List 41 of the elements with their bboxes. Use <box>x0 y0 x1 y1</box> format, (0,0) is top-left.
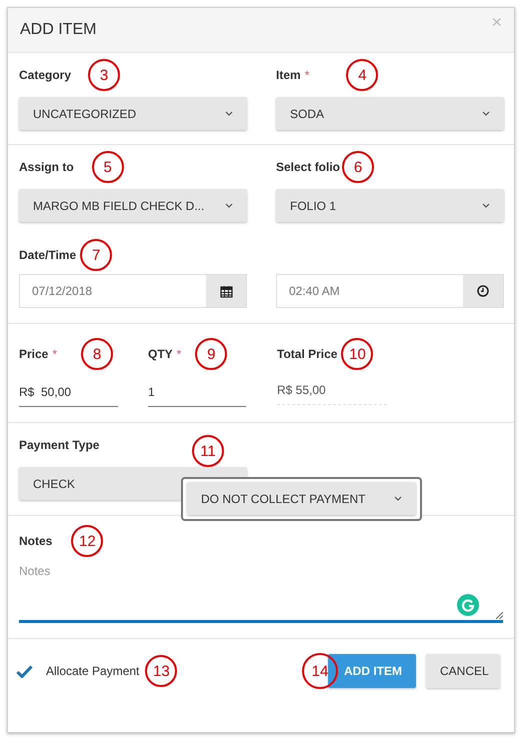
required-mark: * <box>52 347 58 361</box>
resize-grip-icon <box>496 612 503 619</box>
callout-number: 8 <box>81 338 114 370</box>
callout-number: 4 <box>346 59 378 91</box>
field-label: Payment Type <box>19 438 100 452</box>
field-label: Date/Time <box>19 248 76 262</box>
checkbox-label: Allocate Payment <box>46 664 140 678</box>
dialog-title: ADD ITEM <box>20 21 96 39</box>
required-mark: * <box>176 347 182 361</box>
dropdown-select[interactable]: DO NOT COLLECT PAYMENT <box>187 482 416 515</box>
text-input[interactable]: 1 <box>148 378 246 407</box>
dropdown-select[interactable]: SODA <box>276 97 504 130</box>
callout-number: 3 <box>88 59 120 91</box>
chevron-icon <box>482 111 490 116</box>
checkmark-icon[interactable] <box>16 664 33 678</box>
field-label: Price <box>19 347 48 361</box>
dropdown-select[interactable]: MARGO MB FIELD CHECK D... <box>19 189 247 222</box>
callout-number: 7 <box>80 239 112 271</box>
text-input[interactable]: R$ 50,00 <box>19 378 118 407</box>
callout-number: 13 <box>145 655 178 687</box>
required-mark: * <box>304 68 310 82</box>
cancel-button[interactable]: CANCEL <box>426 654 500 688</box>
chevron-icon <box>394 496 402 501</box>
dropdown-select[interactable]: UNCATEGORIZED <box>19 97 247 130</box>
callout-number: 9 <box>195 338 228 370</box>
field-label: Total Price <box>277 347 338 361</box>
chevron-icon <box>225 111 233 116</box>
field-label: Select folio <box>276 160 340 174</box>
total-value: R$ 55,00 <box>277 376 387 405</box>
dropdown-select[interactable]: FOLIO 1 <box>276 189 504 222</box>
field-label: QTY <box>148 347 173 361</box>
field-label: Notes <box>19 534 52 548</box>
field-label: Category <box>19 68 72 82</box>
callout-number: 10 <box>341 338 374 370</box>
chevron-icon <box>482 203 490 208</box>
field-label: Item <box>276 68 301 82</box>
callout-number: 12 <box>71 525 104 557</box>
field-label: Assign to <box>19 160 74 174</box>
chevron-icon <box>225 203 233 208</box>
callout-number: 5 <box>92 151 124 183</box>
callout-number: 6 <box>342 151 374 183</box>
